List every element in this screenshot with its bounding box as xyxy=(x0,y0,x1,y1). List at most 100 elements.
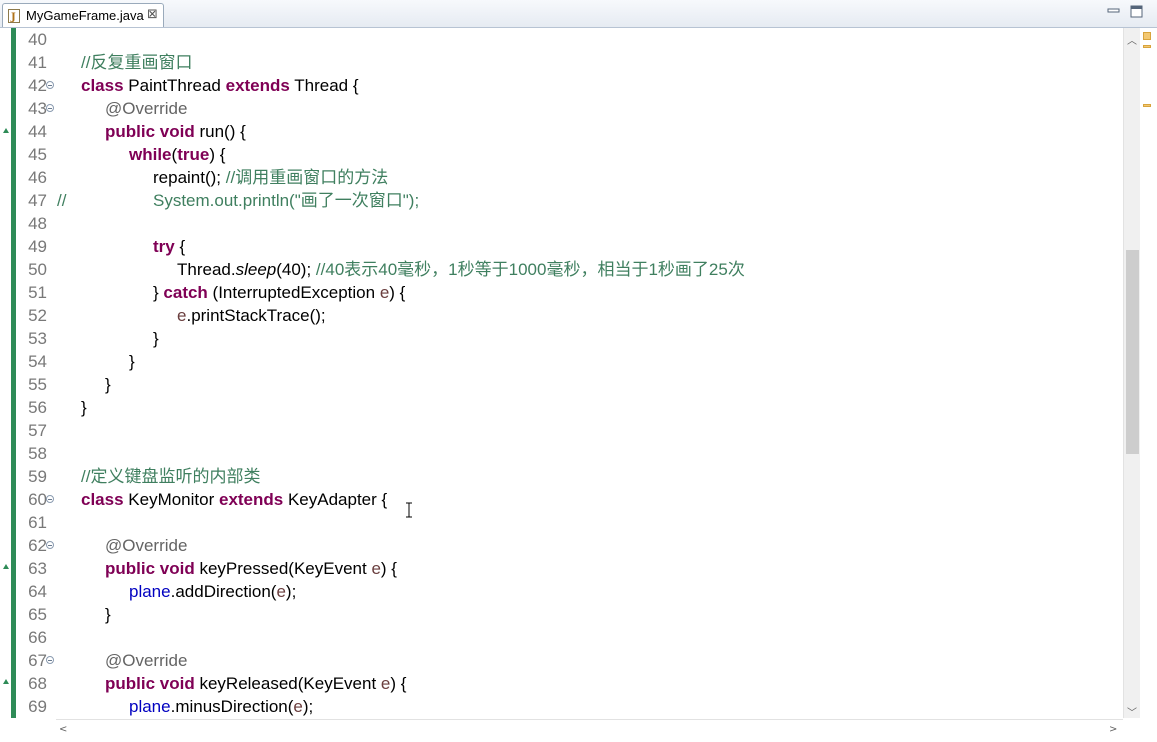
code-token: } xyxy=(105,375,111,394)
keyword-token: class xyxy=(81,76,124,95)
comment-token: //调用重画窗口的方法 xyxy=(225,168,389,187)
variable-token: e xyxy=(379,283,390,302)
editor-tab-bar: J MyGameFrame.java ⊠ xyxy=(0,0,1157,28)
code-token: ) { xyxy=(390,674,407,693)
line-number: 56 xyxy=(28,398,47,417)
line-number: 58 xyxy=(28,444,47,463)
code-line[interactable]: 52 e.printStackTrace(); xyxy=(0,304,1123,327)
code-text: } catch (InterruptedException e) { xyxy=(153,281,405,304)
horizontal-scrollbar[interactable]: < > xyxy=(56,719,1123,742)
code-line[interactable]: 43 @Override xyxy=(0,97,1123,120)
fold-toggle-icon[interactable] xyxy=(46,495,54,503)
code-line[interactable]: 60 class KeyMonitor extends KeyAdapter { xyxy=(0,488,1123,511)
code-line[interactable]: 51} catch (InterruptedException e) { xyxy=(0,281,1123,304)
code-line[interactable]: 47 // System.out.println("画了一次窗口"); xyxy=(0,189,1123,212)
warning-summary-icon[interactable] xyxy=(1143,32,1151,40)
code-line[interactable]: 61 xyxy=(0,511,1123,534)
keyword-token: public xyxy=(105,559,156,578)
code-line[interactable]: 56} xyxy=(0,396,1123,419)
keyword-token: extends xyxy=(225,76,290,95)
variable-token: e xyxy=(276,582,286,601)
fold-toggle-icon[interactable] xyxy=(46,541,54,549)
field-token: plane xyxy=(129,697,171,716)
code-token: KeyAdapter { xyxy=(283,490,388,509)
annotation-marker[interactable] xyxy=(1143,104,1151,107)
field-token: plane xyxy=(129,582,171,601)
line-number: 40 xyxy=(28,30,47,49)
code-line[interactable]: 46 repaint(); //调用重画窗口的方法 xyxy=(0,166,1123,189)
code-token: (40); xyxy=(276,260,316,279)
code-token: KeyMonitor xyxy=(123,490,219,509)
keyword-token: true xyxy=(177,145,210,164)
code-text: } xyxy=(105,373,111,396)
vertical-scroll-thumb[interactable] xyxy=(1126,250,1139,454)
code-token: sleep xyxy=(235,260,277,279)
code-line[interactable]: 69 plane.minusDirection(e); xyxy=(0,695,1123,718)
line-number: 47 xyxy=(28,191,47,210)
code-line[interactable]: 41 //反复重画窗口 xyxy=(0,51,1123,74)
svg-text:J: J xyxy=(10,12,16,23)
fold-toggle-icon[interactable] xyxy=(46,81,54,89)
code-token: } xyxy=(105,605,111,624)
code-text: } xyxy=(129,350,135,373)
code-token: ); xyxy=(302,697,314,716)
code-line[interactable]: 59 //定义键盘监听的内部类 xyxy=(0,465,1123,488)
line-number: 53 xyxy=(28,329,47,348)
line-number: 54 xyxy=(28,352,47,371)
annotation-token: @Override xyxy=(105,651,188,670)
line-number: 46 xyxy=(28,168,47,187)
tab-mygameframe-java[interactable]: J MyGameFrame.java ⊠ xyxy=(2,3,164,27)
annotation-marker[interactable] xyxy=(1143,45,1151,48)
comment-token: //反复重画窗口 xyxy=(81,53,193,72)
fold-toggle-icon[interactable] xyxy=(46,656,54,664)
annotation-token: @Override xyxy=(105,536,188,555)
code-token: Thread { xyxy=(289,76,359,95)
code-line[interactable]: 68 public void keyReleased(KeyEvent e) { xyxy=(0,672,1123,695)
code-line[interactable]: 42 class PaintThread extends Thread { xyxy=(0,74,1123,97)
line-number: 41 xyxy=(28,53,47,72)
code-line[interactable]: 65} xyxy=(0,603,1123,626)
line-number: 50 xyxy=(28,260,47,279)
code-token: { xyxy=(174,237,186,256)
scroll-down-icon[interactable]: ﹀ xyxy=(1127,704,1137,719)
code-token: } xyxy=(153,329,159,348)
line-number: 65 xyxy=(28,605,47,624)
line-number: 59 xyxy=(28,467,47,486)
code-line[interactable]: 40 xyxy=(0,28,1123,51)
scroll-left-icon[interactable]: < xyxy=(59,724,67,735)
code-line[interactable]: 62 @Override xyxy=(0,534,1123,557)
code-text: @Override xyxy=(105,97,187,120)
scroll-up-icon[interactable]: ︿ xyxy=(1127,32,1137,47)
vertical-scrollbar[interactable]: ︿ ﹀ xyxy=(1123,28,1141,719)
code-line[interactable]: 48 xyxy=(0,212,1123,235)
tab-title: MyGameFrame.java xyxy=(26,8,144,23)
code-line[interactable]: 63 public void keyPressed(KeyEvent e) { xyxy=(0,557,1123,580)
line-number: 57 xyxy=(28,421,47,440)
code-line[interactable]: 49 try { xyxy=(0,235,1123,258)
code-line[interactable]: 50 Thread.sleep(40); //40表示40毫秒，1秒等于1000毫… xyxy=(0,258,1123,281)
minimize-icon[interactable] xyxy=(1107,5,1120,18)
code-line[interactable]: 45 while(true) { xyxy=(0,143,1123,166)
line-number: 68 xyxy=(28,674,47,693)
code-text: System.out.println("画了一次窗口"); xyxy=(153,189,419,212)
code-line[interactable]: 44 public void run() { xyxy=(0,120,1123,143)
close-tab-icon[interactable]: ⊠ xyxy=(147,7,158,22)
code-line[interactable]: 53} xyxy=(0,327,1123,350)
fold-toggle-icon[interactable] xyxy=(46,104,54,112)
code-line[interactable]: 66 xyxy=(0,626,1123,649)
line-number: 43 xyxy=(28,99,47,118)
code-line[interactable]: 55} xyxy=(0,373,1123,396)
code-text: } xyxy=(153,327,159,350)
code-editor[interactable]: 40 41 //反复重画窗口 42 class PaintThread extends … xyxy=(0,28,1123,718)
scroll-right-icon[interactable]: > xyxy=(1109,724,1117,735)
code-line[interactable]: 64 plane.addDirection(e); xyxy=(0,580,1123,603)
maximize-icon[interactable] xyxy=(1130,5,1143,18)
overview-ruler xyxy=(1140,28,1157,740)
code-line[interactable]: 57 xyxy=(0,419,1123,442)
code-text: repaint(); //调用重画窗口的方法 xyxy=(153,166,388,189)
code-token: .printStackTrace(); xyxy=(186,306,326,325)
code-token: } xyxy=(153,283,164,302)
code-line[interactable]: 58 xyxy=(0,442,1123,465)
code-line[interactable]: 67 @Override xyxy=(0,649,1123,672)
code-line[interactable]: 54} xyxy=(0,350,1123,373)
